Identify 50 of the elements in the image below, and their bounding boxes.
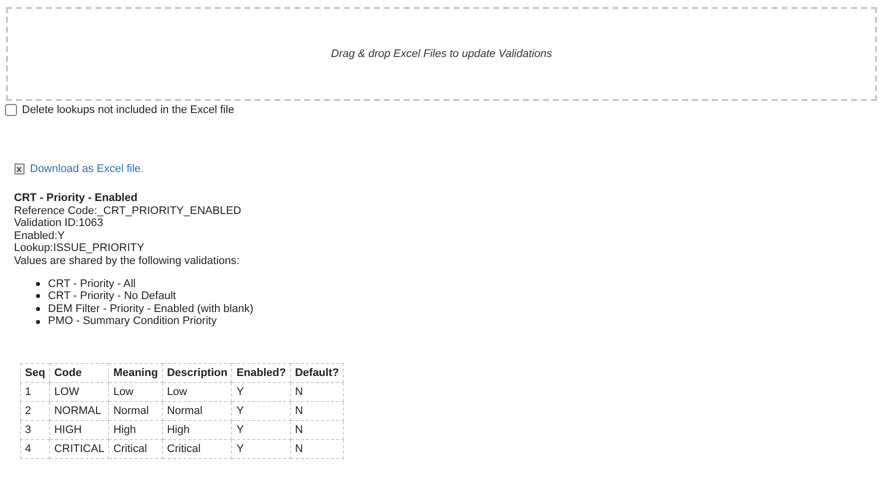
table-cell: High (108, 420, 162, 440)
table-cell: 1 (20, 382, 50, 402)
table-cell: Low (162, 382, 232, 402)
excel-file-icon (14, 163, 26, 176)
table-cell: NORMAL (50, 402, 109, 420)
table-cell: Y (232, 420, 290, 440)
shared-validation: CRT - Priority - No Default (48, 290, 176, 303)
shared-validation: CRT - Priority - All (48, 278, 136, 290)
table-cell: High (162, 420, 232, 440)
validation-detail: Reference Code:_CRT_PRIORITY_ENABLED (14, 204, 242, 218)
validation-detail: Validation ID:1063 (14, 217, 104, 230)
table-cell: N (290, 382, 344, 402)
table-cell: LOW (50, 382, 109, 402)
validation-title: CRT - Priority - Enabled (14, 192, 138, 205)
table-cell: N (290, 402, 344, 420)
bullet-icon (36, 294, 40, 298)
bullet-icon (36, 282, 40, 286)
validation-detail: Lookup:ISSUE_PRIORITY (14, 242, 146, 255)
table-cell: Y (232, 402, 290, 420)
column-header: Enabled? (232, 364, 290, 382)
bullet-icon (36, 320, 40, 324)
table-cell: Normal (108, 402, 162, 420)
table-cell: CRITICAL (50, 440, 109, 458)
shared-validation: DEM Filter - Priority - Enabled (with blank) (48, 302, 254, 316)
delete-lookups-checkbox[interactable] (5, 104, 17, 116)
table-cell: Low (108, 382, 162, 402)
checkbox-label: Delete lookups not included in the Excel file (22, 103, 234, 118)
table-cell: N (290, 420, 344, 440)
column-header: Seq (20, 364, 50, 382)
table-cell: Normal (162, 402, 232, 420)
download-link[interactable]: Download as Excel file. (30, 161, 144, 178)
table-cell: 4 (20, 440, 50, 458)
table-cell: N (290, 440, 344, 458)
table-cell: Critical (162, 440, 232, 458)
bullet-icon (36, 307, 40, 312)
column-header: Default? (290, 364, 344, 382)
drop-zone-text: Drag & drop Excel Files to update Validations (331, 46, 552, 62)
column-header: Code (50, 364, 109, 382)
validation-detail: Enabled:Y (14, 230, 66, 242)
shared-validation: PMO - Summary Condition Priority (48, 315, 217, 328)
table-cell: Critical (108, 440, 162, 458)
column-header: Description (162, 364, 232, 382)
table-cell: 2 (20, 402, 50, 420)
table-cell: HIGH (50, 420, 109, 440)
table-cell: Y (232, 382, 290, 402)
drop-zone[interactable]: Drag & drop Excel Files to update Validations (6, 7, 877, 101)
column-header: Meaning (108, 364, 162, 382)
table-cell: 3 (20, 420, 50, 440)
table-cell: Y (232, 440, 290, 458)
validation-detail: Values are shared by the following validations: (14, 254, 240, 268)
